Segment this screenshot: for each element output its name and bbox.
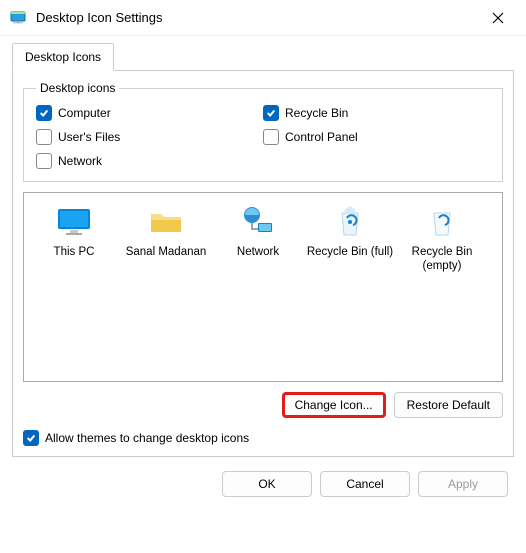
- checkbox-label: User's Files: [58, 130, 120, 144]
- restore-default-button[interactable]: Restore Default: [394, 392, 503, 418]
- tab-desktop-icons[interactable]: Desktop Icons: [12, 43, 114, 71]
- network-icon: [240, 203, 276, 239]
- checkbox-network[interactable]: [36, 153, 52, 169]
- footer-buttons: OK Cancel Apply: [0, 457, 526, 513]
- folder-icon: [148, 203, 184, 239]
- icon-recycle-full[interactable]: Recycle Bin (full): [306, 203, 394, 371]
- icon-label: This PC: [54, 245, 95, 259]
- checkbox-grid: Computer Recycle Bin User's Files Contro…: [36, 105, 490, 169]
- apply-button[interactable]: Apply: [418, 471, 508, 497]
- desktop-icons-group: Desktop icons Computer Recycle Bin User'…: [23, 81, 503, 182]
- checkbox-row-userfiles: User's Files: [36, 129, 263, 145]
- tab-bar: Desktop Icons: [12, 42, 514, 70]
- checkbox-label: Network: [58, 154, 102, 168]
- icon-label: Recycle Bin (empty): [398, 245, 486, 274]
- close-icon: [492, 12, 504, 24]
- icon-recycle-empty[interactable]: Recycle Bin (empty): [398, 203, 486, 371]
- recycle-full-icon: [332, 203, 368, 239]
- recycle-empty-icon: [424, 203, 460, 239]
- icon-network[interactable]: Network: [214, 203, 302, 371]
- themes-row: Allow themes to change desktop icons: [23, 430, 503, 446]
- checkbox-label: Computer: [58, 106, 111, 120]
- window-title: Desktop Icon Settings: [36, 10, 480, 25]
- checkbox-users-files[interactable]: [36, 129, 52, 145]
- checkbox-row-network: Network: [36, 153, 263, 169]
- themes-label: Allow themes to change desktop icons: [45, 431, 249, 445]
- icon-label: Sanal Madanan: [126, 245, 207, 259]
- app-icon: [10, 9, 28, 27]
- icon-button-row: Change Icon... Restore Default: [23, 392, 503, 418]
- cancel-button[interactable]: Cancel: [320, 471, 410, 497]
- ok-button[interactable]: OK: [222, 471, 312, 497]
- checkbox-label: Recycle Bin: [285, 106, 348, 120]
- checkbox-row-computer: Computer: [36, 105, 263, 121]
- checkbox-computer[interactable]: [36, 105, 52, 121]
- icon-label: Recycle Bin (full): [307, 245, 393, 259]
- checkbox-row-recycle: Recycle Bin: [263, 105, 490, 121]
- icon-this-pc[interactable]: This PC: [30, 203, 118, 371]
- checkbox-recycle-bin[interactable]: [263, 105, 279, 121]
- content-area: Desktop Icons Desktop icons Computer Rec…: [0, 36, 526, 457]
- checkbox-allow-themes[interactable]: [23, 430, 39, 446]
- icon-preview-panel: This PC Sanal Madanan Network Recycle Bi…: [23, 192, 503, 382]
- icon-label: Network: [237, 245, 279, 259]
- checkbox-row-controlpanel: Control Panel: [263, 129, 490, 145]
- tab-panel: Desktop icons Computer Recycle Bin User'…: [12, 70, 514, 457]
- checkbox-control-panel[interactable]: [263, 129, 279, 145]
- change-icon-button[interactable]: Change Icon...: [282, 392, 386, 418]
- titlebar: Desktop Icon Settings: [0, 0, 526, 36]
- checkbox-label: Control Panel: [285, 130, 358, 144]
- monitor-icon: [56, 203, 92, 239]
- close-button[interactable]: [480, 4, 516, 32]
- icon-user-folder[interactable]: Sanal Madanan: [122, 203, 210, 371]
- group-legend: Desktop icons: [36, 81, 119, 95]
